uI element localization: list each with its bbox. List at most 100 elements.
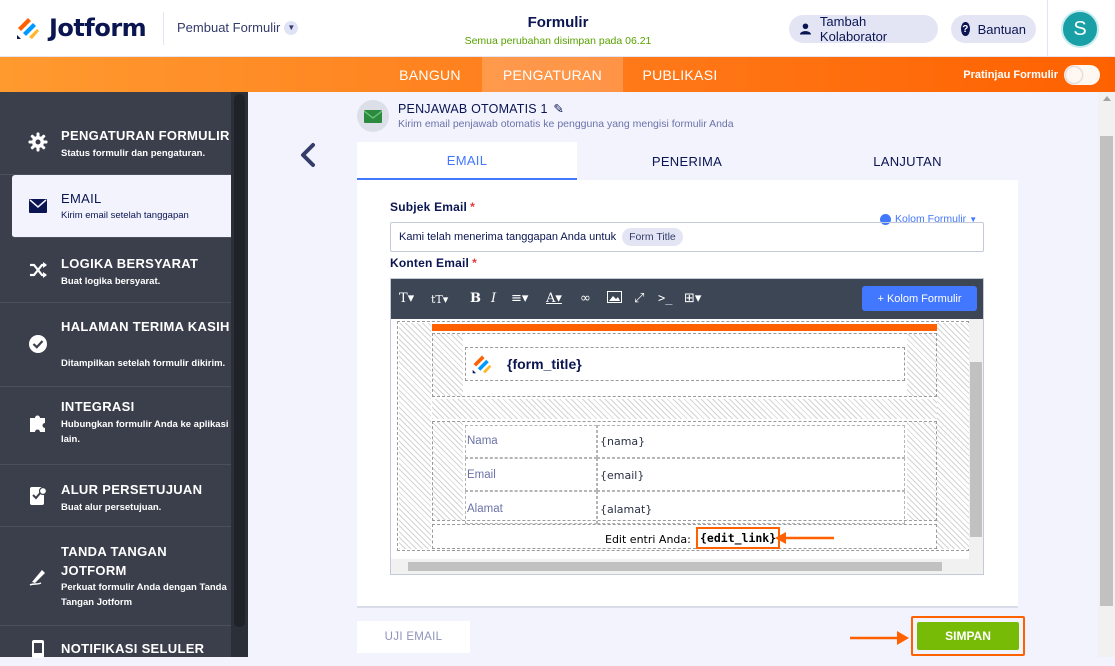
scroll-up-arrow-icon[interactable]: [1103, 96, 1111, 101]
edit-link-token[interactable]: {edit_link}: [696, 527, 781, 549]
annotation-arrow-icon: [850, 631, 909, 645]
form-title[interactable]: Formulir: [400, 14, 716, 31]
sidebar-item-form-settings[interactable]: PENGATURAN FORMULIR Status formulir dan …: [0, 114, 231, 175]
sidebar-item-title: HALAMAN TERIMA KASIH: [61, 319, 230, 334]
autoresponder-subtitle: Kirim email penjawab otomatis ke penggun…: [398, 118, 734, 130]
sidebar-item-desc: Ditampilkan setelah formulir dikirim.: [61, 358, 226, 369]
header-accent-bar: [432, 324, 937, 331]
builder-dropdown[interactable]: Pembuat Formulir ▼: [177, 20, 299, 35]
tab-pengaturan[interactable]: PENGATURAN: [482, 57, 623, 92]
jotform-logo[interactable]: Jotform: [15, 14, 147, 42]
signature-icon: [27, 565, 49, 587]
table-icon[interactable]: ⊞▾: [684, 291, 701, 306]
italic-icon[interactable]: I: [491, 291, 496, 306]
field-name-token: {nama}: [600, 435, 646, 448]
form-title-token: {form_title}: [507, 356, 582, 372]
pencil-icon[interactable]: ✎: [553, 102, 564, 116]
form-title-chip[interactable]: Form Title: [622, 228, 683, 246]
expand-icon[interactable]: ⤢: [634, 291, 644, 306]
sidebar-item-desc: Perkuat formulir Anda dengan Tanda Tanga…: [61, 582, 227, 608]
code-icon[interactable]: >_: [658, 291, 672, 305]
avatar[interactable]: S: [1061, 10, 1099, 48]
required-mark: *: [472, 256, 477, 270]
form-preview-label: Pratinjau Formulir: [963, 69, 1058, 81]
field-address-label: Alamat: [467, 503, 503, 515]
insert-form-fields-button[interactable]: + Kolom Formulir: [862, 286, 977, 311]
field-email-label: Email: [467, 469, 496, 481]
left-hatch: [399, 323, 431, 549]
top-bar: Jotform Pembuat Formulir ▼ Formulir Semu…: [0, 0, 1115, 57]
help-button[interactable]: ? Bantuan: [951, 15, 1036, 43]
subject-label-text: Subjek Email: [390, 200, 468, 214]
tab-publikasi[interactable]: PUBLIKASI: [634, 57, 726, 92]
email-content-editor[interactable]: T▾ tT▾ B I ≡▾ A▾ ∞ ⤢ >_ ⊞▾ + Kolom Formu…: [390, 278, 984, 575]
sidebar-item-title: LOGIKA BERSYARAT: [61, 256, 199, 271]
image-icon[interactable]: [607, 291, 622, 307]
fields-hatch-left: [433, 422, 463, 520]
sidebar-item-integrations[interactable]: INTEGRASI Hubungkan formulir Anda ke apl…: [0, 387, 231, 465]
question-icon: ?: [961, 22, 970, 36]
add-collaborator-label: Tambah Kolaborator: [819, 14, 888, 44]
brand-name: Jotform: [49, 14, 147, 42]
sidebar-item-jotform-sign[interactable]: TANDA TANGAN JOTFORM Perkuat formulir An…: [0, 527, 231, 626]
autoresponder-envelope-icon: [357, 100, 389, 132]
scrollbar-thumb[interactable]: [408, 562, 942, 571]
sidebar-item-desc: Status formulir dan pengaturan.: [61, 148, 206, 159]
save-status: Semua perubahan disimpan pada 06.21: [464, 35, 652, 47]
form-title-block: Formulir Semua perubahan disimpan pada 0…: [400, 14, 716, 47]
tab-recipients[interactable]: PENERIMA: [577, 142, 797, 180]
sidebar-item-title: PENGATURAN FORMULIR: [61, 128, 230, 143]
sidebar-item-title: ALUR PERSETUJUAN: [61, 482, 203, 497]
sidebar-item-conditional-logic[interactable]: LOGIKA BERSYARAT Buat logika bersyarat.: [0, 238, 231, 303]
tab-advanced[interactable]: LANJUTAN: [797, 142, 1018, 180]
sidebar-item-thank-you-page[interactable]: HALAMAN TERIMA KASIH Ditampilkan setelah…: [0, 303, 231, 387]
scrollbar-thumb[interactable]: [234, 94, 245, 627]
scrollbar-thumb[interactable]: [1100, 136, 1113, 606]
subject-input[interactable]: Kami telah menerima tanggapan Anda untuk…: [390, 222, 984, 252]
tab-bangun[interactable]: BANGUN: [384, 57, 476, 92]
sidebar-item-title: EMAIL: [61, 191, 102, 206]
header-divider: [163, 12, 164, 45]
sidebar-item-approval-flow[interactable]: ALUR PERSETUJUAN Buat alur persetujuan.: [0, 465, 231, 527]
sidebar-scrollbar[interactable]: [231, 92, 248, 657]
main-scrollbar[interactable]: [1098, 92, 1115, 657]
autoresponder-title[interactable]: PENJAWAB OTOMATIS 1 ✎: [398, 101, 564, 116]
link-icon[interactable]: ∞: [580, 291, 591, 306]
settings-sidebar: PENGATURAN FORMULIR Status formulir dan …: [0, 92, 248, 658]
sidebar-item-email[interactable]: EMAIL Kirim email setelah tanggapan: [12, 175, 231, 238]
bold-icon[interactable]: B: [470, 291, 481, 306]
field-name-label: Nama: [467, 435, 498, 447]
editor-vertical-scrollbar[interactable]: [969, 319, 983, 559]
jotform-logo-icon: [17, 18, 39, 39]
align-icon[interactable]: ≡▾: [511, 291, 528, 306]
font-family-icon[interactable]: T▾: [399, 291, 414, 306]
save-button[interactable]: SIMPAN: [917, 622, 1019, 650]
builder-tab-bar: BANGUN PENGATURAN PUBLIKASI Pratinjau Fo…: [0, 57, 1115, 92]
subject-text: Kami telah menerima tanggapan Anda untuk: [399, 231, 617, 243]
email-body-canvas[interactable]: {form_title} Nama {nama} Email {email} A…: [391, 319, 983, 559]
sidebar-item-desc: Hubungkan formulir Anda ke aplikasi lain…: [61, 419, 229, 445]
help-label: Bantuan: [977, 21, 1026, 37]
back-chevron-icon[interactable]: [297, 142, 319, 168]
sidebar-item-mobile-notifications[interactable]: NOTIFIKASI SELULER: [0, 626, 231, 666]
form-preview-toggle[interactable]: Pratinjau Formulir: [963, 65, 1100, 85]
approval-icon: [27, 485, 49, 507]
sidebar-item-title: NOTIFIKASI SELULER: [61, 641, 205, 656]
font-size-icon[interactable]: tT▾: [431, 293, 448, 306]
tab-email[interactable]: EMAIL: [357, 142, 577, 180]
editor-horizontal-scrollbar[interactable]: [391, 559, 983, 574]
add-collaborator-button[interactable]: Tambah Kolaborator: [789, 14, 938, 44]
email-logo-icon: [472, 355, 492, 374]
panel-tabs: EMAIL PENERIMA LANJUTAN: [357, 142, 1018, 180]
test-email-button[interactable]: UJI EMAIL: [357, 621, 470, 653]
scrollbar-thumb[interactable]: [970, 362, 982, 537]
text-color-icon[interactable]: A▾: [546, 291, 562, 306]
shuffle-icon: [27, 259, 49, 281]
chevron-down-icon: ▼: [284, 20, 299, 35]
editor-toolbar: T▾ tT▾ B I ≡▾ A▾ ∞ ⤢ >_ ⊞▾ + Kolom Formu…: [391, 279, 983, 319]
toggle-switch[interactable]: [1064, 65, 1100, 85]
field-email-token: {email}: [600, 469, 645, 482]
gear-icon: [27, 131, 49, 153]
right-hatch: [937, 323, 969, 549]
field-address-token: {alamat}: [600, 503, 653, 516]
